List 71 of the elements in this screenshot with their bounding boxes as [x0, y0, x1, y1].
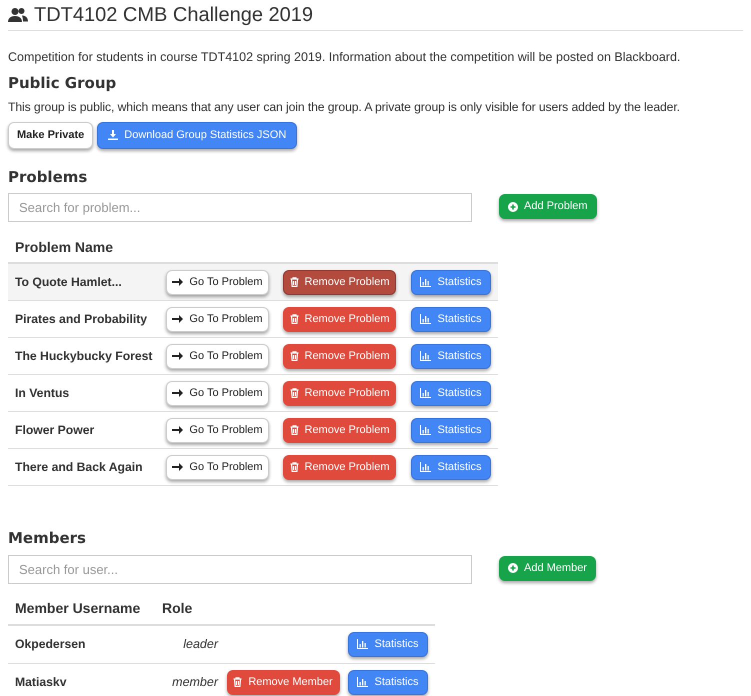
- problem-name: In Ventus: [14, 384, 70, 402]
- go-to-problem-button[interactable]: Go To Problem: [166, 344, 269, 369]
- statistics-button[interactable]: Statistics: [411, 270, 491, 295]
- trash-icon: [233, 677, 242, 688]
- bar-chart-icon: [420, 425, 432, 436]
- add-member-button[interactable]: Add Member: [499, 556, 596, 581]
- trash-icon: [290, 314, 298, 324]
- remove-problem-button[interactable]: Remove Problem: [283, 418, 396, 443]
- problem-name: The Huckybucky Forest: [14, 348, 154, 365]
- bar-chart-icon: [420, 462, 432, 472]
- go-to-problem-button[interactable]: Go To Problem: [166, 380, 269, 406]
- go-to-problem-button[interactable]: Go To Problem: [166, 454, 269, 480]
- statistics-button[interactable]: Statistics: [411, 306, 491, 332]
- bar-chart-icon: [420, 351, 432, 362]
- arrow-right-icon: [172, 425, 184, 436]
- member-role: member: [171, 674, 218, 691]
- trash-icon: [290, 277, 298, 288]
- statistics-button[interactable]: Statistics: [411, 418, 491, 443]
- bar-chart-icon: [420, 388, 432, 398]
- visibility-text: This group is public, which means that any user can join the group. A private group is only visible for users added by the leader.: [8, 99, 681, 116]
- bar-chart-icon: [357, 639, 368, 650]
- bar-chart-icon: [357, 677, 368, 688]
- problem-name: To Quote Hamlet...: [14, 274, 123, 291]
- remove-problem-button[interactable]: Remove Problem: [283, 380, 396, 406]
- arrow-right-icon: [172, 277, 184, 288]
- trash-icon: [290, 351, 298, 362]
- member-username: Okpedersen: [15, 636, 86, 653]
- plus-circle-icon: [508, 202, 518, 212]
- statistics-button[interactable]: Statistics: [411, 454, 491, 480]
- remove-problem-button[interactable]: Remove Problem: [283, 306, 396, 332]
- download-statistics-button[interactable]: Download Group Statistics JSON: [97, 122, 298, 149]
- section-heading: Problems: [8, 166, 88, 188]
- problem-name: Pirates and Probability: [14, 310, 148, 328]
- problem-search-field[interactable]: Search for problem...: [8, 193, 472, 222]
- problem-name: Flower Power: [14, 422, 96, 439]
- arrow-right-icon: [172, 388, 184, 398]
- section-heading: Public Group: [8, 72, 118, 94]
- column-header: Member Username: [15, 599, 142, 618]
- statistics-button[interactable]: Statistics: [348, 670, 428, 695]
- statistics-button[interactable]: Statistics: [411, 344, 491, 369]
- arrow-right-icon: [172, 351, 184, 362]
- user-search-field[interactable]: Search for user...: [8, 554, 472, 584]
- arrow-right-icon: [172, 462, 184, 472]
- arrow-right-icon: [172, 314, 184, 324]
- remove-problem-button[interactable]: Remove Problem: [283, 270, 396, 295]
- page-title: TDT4102 CMB Challenge 2019: [34, 3, 314, 27]
- section-heading: Members: [8, 528, 87, 550]
- trash-icon: [290, 388, 298, 398]
- bar-chart-icon: [420, 277, 432, 288]
- member-role: leader: [182, 636, 218, 653]
- statistics-button[interactable]: Statistics: [411, 380, 491, 406]
- member-username: Matiaskv: [15, 674, 68, 691]
- problem-name: There and Back Again: [14, 458, 144, 476]
- remove-problem-button[interactable]: Remove Problem: [283, 344, 396, 369]
- go-to-problem-button[interactable]: Go To Problem: [166, 270, 269, 295]
- group-description: Competition for students in course TDT4102 spring 2019. Information about the competition will be posted on Blackboard.: [8, 49, 682, 66]
- users-icon: [8, 7, 28, 23]
- column-header: Role: [162, 599, 192, 618]
- remove-problem-button[interactable]: Remove Problem: [283, 454, 396, 480]
- go-to-problem-button[interactable]: Go To Problem: [166, 418, 269, 443]
- plus-circle-icon: [508, 563, 518, 574]
- add-problem-button[interactable]: Add Problem: [499, 194, 597, 220]
- make-private-button[interactable]: Make Private: [8, 122, 94, 149]
- trash-icon: [290, 462, 298, 472]
- trash-icon: [290, 425, 298, 436]
- column-header: Problem Name: [15, 238, 114, 257]
- statistics-button[interactable]: Statistics: [348, 632, 428, 657]
- download-icon: [108, 130, 118, 140]
- remove-member-button[interactable]: Remove Member: [226, 670, 340, 695]
- go-to-problem-button[interactable]: Go To Problem: [166, 306, 269, 332]
- bar-chart-icon: [420, 314, 432, 324]
